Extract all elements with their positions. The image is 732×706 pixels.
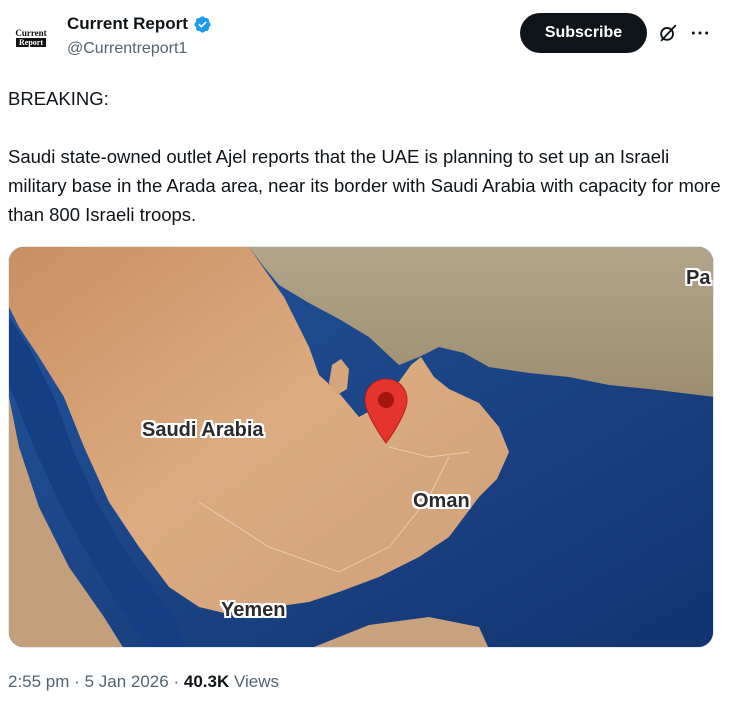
grok-slash-circle-icon[interactable]: [657, 22, 679, 44]
map-label-oman: Oman: [413, 490, 470, 512]
subscribe-button[interactable]: Subscribe: [520, 13, 647, 53]
map-image[interactable]: Saudi Arabia Oman Yemen Pa: [8, 246, 714, 648]
author-name-row: Current Report: [67, 14, 212, 34]
verified-badge-icon[interactable]: [193, 15, 212, 34]
avatar[interactable]: Current Report: [10, 22, 52, 52]
map-graphic: [9, 247, 713, 647]
map-label-saudi-arabia: Saudi Arabia: [142, 419, 264, 441]
display-name[interactable]: Current Report: [67, 14, 188, 34]
tweet-text: BREAKING: Saudi state-owned outlet Ajel …: [8, 84, 722, 229]
tweet-body: Saudi state-owned outlet Ajel reports th…: [8, 146, 721, 225]
more-horizontal-icon[interactable]: [688, 22, 712, 44]
avatar-text-line1: Current: [15, 27, 47, 38]
map-label-pakistan-partial: Pa: [686, 267, 711, 289]
tweet-meta: 2:55 pm · 5 Jan 2026 · 40.3K Views: [8, 672, 279, 692]
views-count[interactable]: 40.3K: [184, 672, 229, 691]
views-label: Views: [233, 672, 280, 691]
author-handle[interactable]: @Currentreport1: [67, 40, 187, 58]
tweet-date[interactable]: 5 Jan 2026: [85, 672, 169, 691]
map-pin-icon: [364, 378, 408, 444]
tweet-time[interactable]: 2:55 pm: [8, 672, 69, 691]
meta-separator: ·: [74, 672, 80, 691]
map-label-yemen: Yemen: [221, 599, 286, 621]
avatar-text-line2: Report: [16, 37, 46, 47]
meta-separator: ·: [173, 672, 180, 691]
tweet-heading: BREAKING:: [8, 88, 109, 109]
